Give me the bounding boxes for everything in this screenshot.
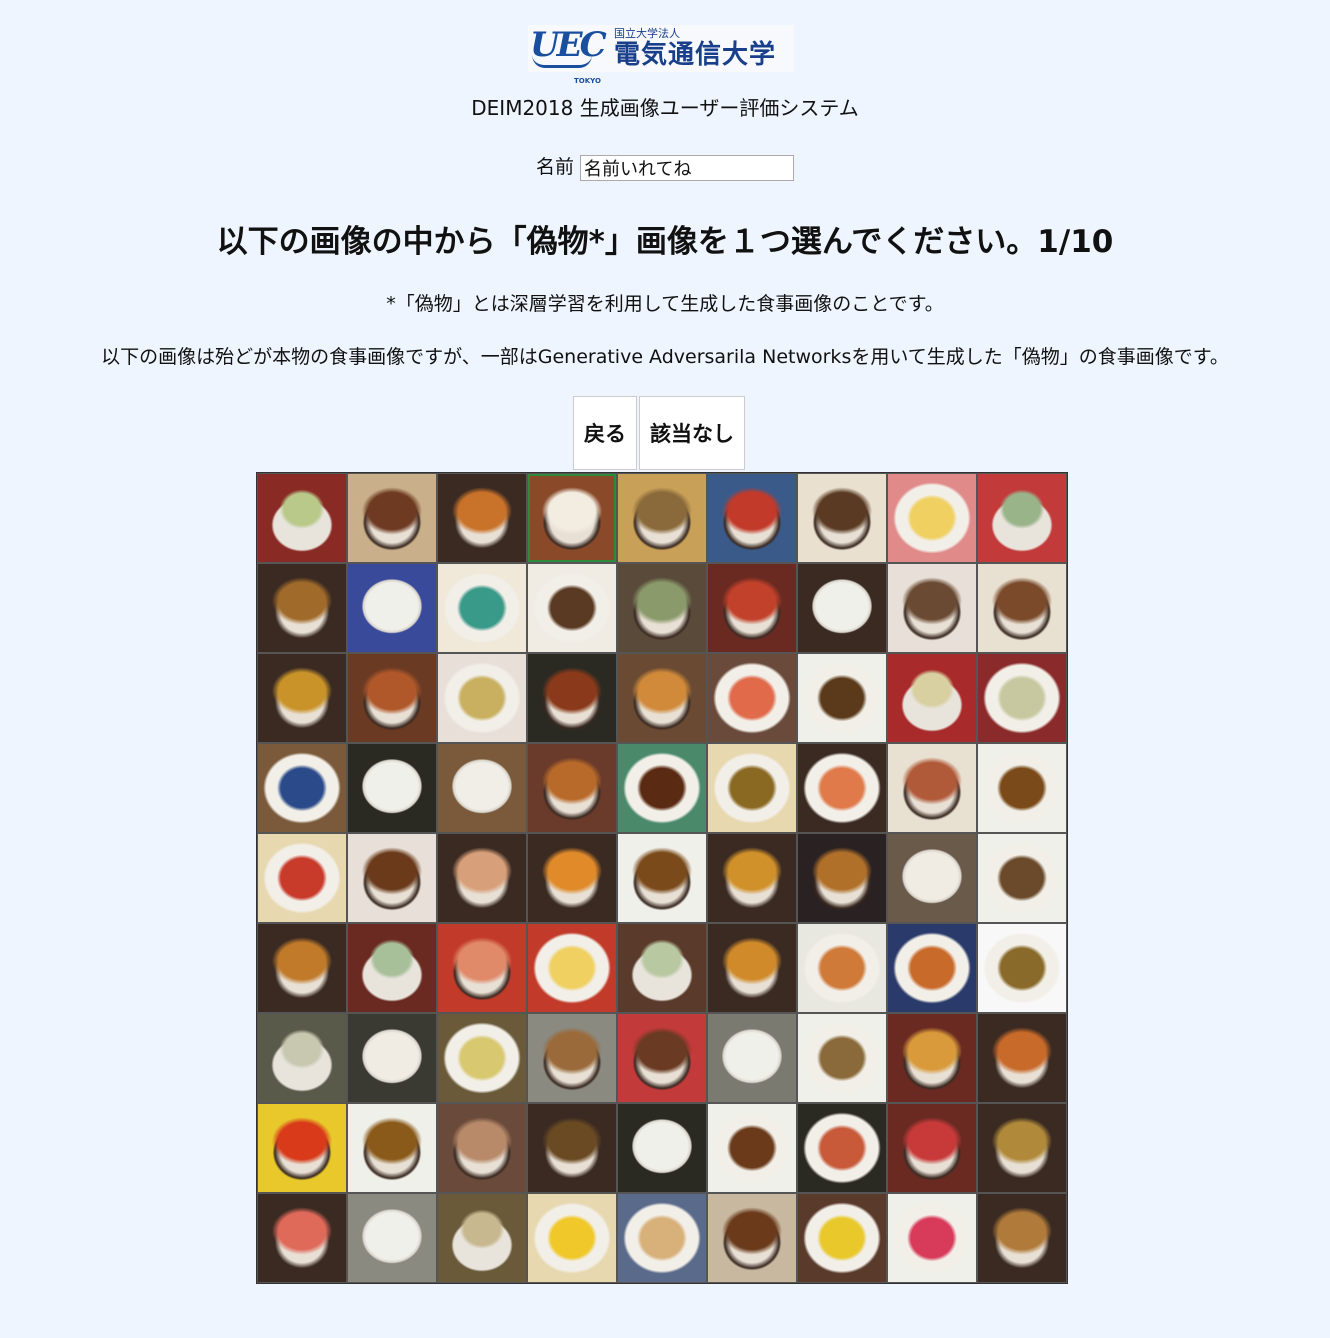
food-image-34[interactable]	[798, 744, 886, 832]
food-image-76[interactable]	[528, 1194, 616, 1282]
food-image-58[interactable]	[528, 1014, 616, 1102]
system-title: DEIM2018 生成画像ユーザー評価システム	[471, 96, 859, 120]
food-image-78[interactable]	[708, 1194, 796, 1282]
food-image-66[interactable]	[438, 1104, 526, 1192]
food-image-31[interactable]	[528, 744, 616, 832]
uec-logo-mark: UEC TOKYO	[530, 25, 607, 85]
food-image-23[interactable]	[618, 654, 706, 742]
food-image-48[interactable]	[438, 924, 526, 1012]
food-image-56[interactable]	[348, 1014, 436, 1102]
food-image-18[interactable]	[978, 564, 1066, 652]
food-image-14[interactable]	[618, 564, 706, 652]
food-image-24[interactable]	[708, 654, 796, 742]
food-image-60[interactable]	[708, 1014, 796, 1102]
food-image-11[interactable]	[348, 564, 436, 652]
food-image-65[interactable]	[348, 1104, 436, 1192]
food-image-27[interactable]	[978, 654, 1066, 742]
food-image-63[interactable]	[978, 1014, 1066, 1102]
food-image-51[interactable]	[708, 924, 796, 1012]
food-image-62[interactable]	[888, 1014, 976, 1102]
food-image-54[interactable]	[978, 924, 1066, 1012]
food-image-68[interactable]	[618, 1104, 706, 1192]
food-image-32[interactable]	[618, 744, 706, 832]
food-image-47[interactable]	[348, 924, 436, 1012]
food-image-53[interactable]	[888, 924, 976, 1012]
food-image-38[interactable]	[348, 834, 436, 922]
food-image-73[interactable]	[258, 1194, 346, 1282]
food-image-50[interactable]	[618, 924, 706, 1012]
gan-explanation-note: 以下の画像は殆どが本物の食事画像ですが、一部はGenerative Advers…	[101, 346, 1229, 368]
food-image-81[interactable]	[978, 1194, 1066, 1282]
food-image-43[interactable]	[798, 834, 886, 922]
food-image-69[interactable]	[708, 1104, 796, 1192]
food-image-36[interactable]	[978, 744, 1066, 832]
food-image-2[interactable]	[348, 474, 436, 562]
food-image-79[interactable]	[798, 1194, 886, 1282]
food-image-7[interactable]	[798, 474, 886, 562]
food-image-17[interactable]	[888, 564, 976, 652]
food-image-71[interactable]	[888, 1104, 976, 1192]
food-image-46[interactable]	[258, 924, 346, 1012]
name-row: 名前	[0, 152, 1330, 182]
name-input[interactable]	[580, 154, 795, 181]
food-image-35[interactable]	[888, 744, 976, 832]
food-image-70[interactable]	[798, 1104, 886, 1192]
food-image-29[interactable]	[348, 744, 436, 832]
food-image-5[interactable]	[618, 474, 706, 562]
food-image-26[interactable]	[888, 654, 976, 742]
fake-definition-note: *「偽物」とは深層学習を利用して生成した食事画像のことです。	[386, 293, 944, 315]
food-image-64[interactable]	[258, 1104, 346, 1192]
food-image-41[interactable]	[618, 834, 706, 922]
food-image-13[interactable]	[528, 564, 616, 652]
none-applicable-button[interactable]: 該当なし	[639, 396, 745, 470]
food-image-80[interactable]	[888, 1194, 976, 1282]
food-image-6[interactable]	[708, 474, 796, 562]
food-image-52[interactable]	[798, 924, 886, 1012]
food-image-55[interactable]	[258, 1014, 346, 1102]
food-image-28[interactable]	[258, 744, 346, 832]
logo-title: 電気通信大学	[614, 40, 777, 70]
food-image-grid	[256, 472, 1068, 1284]
food-image-74[interactable]	[348, 1194, 436, 1282]
back-button[interactable]: 戻る	[573, 396, 637, 470]
food-image-9[interactable]	[978, 474, 1066, 562]
food-image-3[interactable]	[438, 474, 526, 562]
food-image-12[interactable]	[438, 564, 526, 652]
food-image-33[interactable]	[708, 744, 796, 832]
food-image-61[interactable]	[798, 1014, 886, 1102]
food-image-1[interactable]	[258, 474, 346, 562]
food-image-20[interactable]	[348, 654, 436, 742]
food-image-57[interactable]	[438, 1014, 526, 1102]
page-heading: 以下の画像の中から「偽物*」画像を１つ選んでください。1/10	[216, 224, 1114, 260]
food-image-67[interactable]	[528, 1104, 616, 1192]
food-image-8[interactable]	[888, 474, 976, 562]
food-image-22[interactable]	[528, 654, 616, 742]
name-label: 名前	[535, 156, 574, 178]
action-buttons: 戻る 該当なし	[573, 396, 745, 470]
food-image-19[interactable]	[258, 654, 346, 742]
food-image-16[interactable]	[798, 564, 886, 652]
food-image-40[interactable]	[528, 834, 616, 922]
food-image-30[interactable]	[438, 744, 526, 832]
food-image-77[interactable]	[618, 1194, 706, 1282]
logo-subtitle: 国立大学法人	[614, 27, 680, 40]
university-logo: UEC TOKYO 国立大学法人 電気通信大学	[528, 25, 794, 85]
food-image-44[interactable]	[888, 834, 976, 922]
food-image-25[interactable]	[798, 654, 886, 742]
food-image-72[interactable]	[978, 1104, 1066, 1192]
food-image-45[interactable]	[978, 834, 1066, 922]
food-image-4[interactable]	[528, 474, 616, 562]
food-image-39[interactable]	[438, 834, 526, 922]
food-image-10[interactable]	[258, 564, 346, 652]
food-image-42[interactable]	[708, 834, 796, 922]
food-image-37[interactable]	[258, 834, 346, 922]
food-image-21[interactable]	[438, 654, 526, 742]
food-image-49[interactable]	[528, 924, 616, 1012]
food-image-75[interactable]	[438, 1194, 526, 1282]
food-image-15[interactable]	[708, 564, 796, 652]
food-image-59[interactable]	[618, 1014, 706, 1102]
